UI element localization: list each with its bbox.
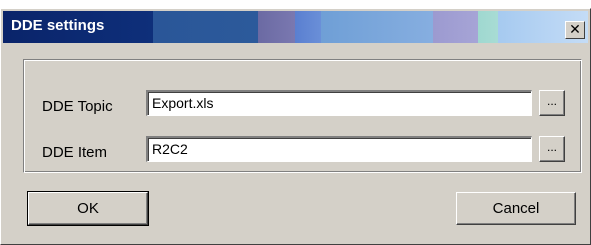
dde-item-browse-button[interactable]: ... (539, 136, 565, 162)
dde-topic-input[interactable]: Export.xls (146, 90, 532, 116)
close-icon: ✕ (569, 21, 581, 37)
title-bar[interactable]: DDE settings ✕ (3, 11, 588, 43)
dde-item-label: DDE Item (42, 144, 108, 161)
close-button[interactable]: ✕ (565, 21, 585, 39)
background-strip (0, 0, 591, 8)
dde-topic-browse-button[interactable]: ... (539, 90, 565, 116)
dde-settings-dialog: DDE settings ✕ DDE Topic Export.xls ... … (0, 8, 591, 245)
dde-topic-label: DDE Topic (42, 98, 113, 115)
dde-fields-group: DDE Topic Export.xls ... DDE Item R2C2 .… (23, 59, 582, 173)
ok-button[interactable]: OK (27, 191, 149, 226)
dialog-title: DDE settings (11, 17, 105, 34)
cancel-button[interactable]: Cancel (456, 192, 576, 225)
dde-item-input[interactable]: R2C2 (146, 136, 532, 162)
